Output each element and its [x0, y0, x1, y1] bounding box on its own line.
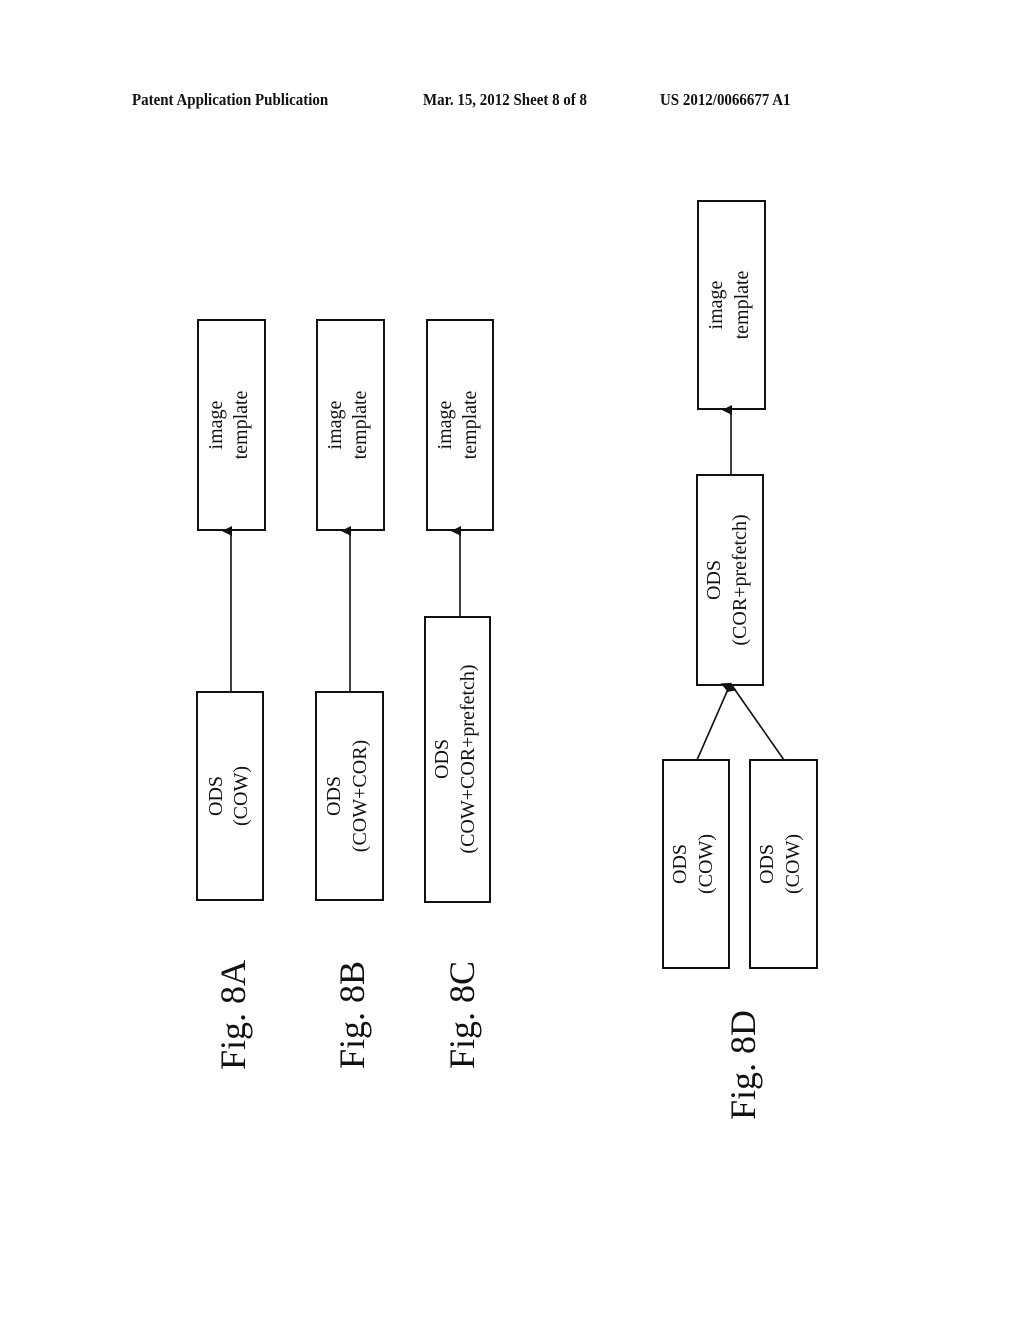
fig8b-label: Fig. 8B	[332, 961, 372, 1069]
fig8b-ods-line1: ODS	[323, 776, 345, 816]
fig8d-source2-line2: (COW)	[782, 834, 804, 894]
fig8a-image-template-line1: image	[205, 400, 227, 449]
diagram-canvas: image template ODS (COW) Fig. 8A image t…	[196, 200, 818, 1120]
fig8b-image-template-line2: template	[349, 390, 371, 459]
fig8c-image-template-line2: template	[459, 390, 481, 459]
fig8a-image-template-line2: template	[230, 390, 252, 459]
fig8b-ods-line2: (COW+COR)	[349, 740, 371, 852]
fig8b-image-template-line1: image	[324, 400, 346, 449]
fig8d-arrow-from-source-1	[696, 682, 732, 761]
fig8d-source1-line2: (COW)	[695, 834, 717, 894]
fig8d-source2-line1: ODS	[756, 844, 778, 884]
fig8d-image-template-line1: image	[705, 280, 727, 329]
figure-8a: image template ODS (COW) Fig. 8A	[196, 319, 266, 1070]
fig8c-image-template-line1: image	[434, 400, 456, 449]
fig8a-ods-line2: (COW)	[230, 766, 252, 826]
figure-8d: image template ODS (COR+prefetch) ODS (C…	[662, 200, 818, 1120]
fig8d-source1-line1: ODS	[669, 844, 691, 884]
fig8c-label: Fig. 8C	[442, 961, 482, 1069]
fig8d-arrow-from-source-2	[725, 682, 785, 761]
fig8a-label: Fig. 8A	[213, 960, 253, 1070]
fig8c-ods-line1: ODS	[431, 739, 453, 779]
fig8d-ods-middle-line2: (COR+prefetch)	[729, 514, 751, 645]
figure-8b: image template ODS (COW+COR) Fig. 8B	[315, 319, 385, 1069]
fig8d-label: Fig. 8D	[723, 1010, 763, 1120]
fig8c-ods-line2: (COW+COR+prefetch)	[457, 664, 479, 853]
fig8d-image-template-line2: template	[731, 270, 753, 339]
fig8a-ods-line1: ODS	[205, 776, 227, 816]
figure-8c: image template ODS (COW+COR+prefetch) Fi…	[424, 319, 494, 1069]
fig8d-ods-middle-line1: ODS	[703, 560, 725, 600]
